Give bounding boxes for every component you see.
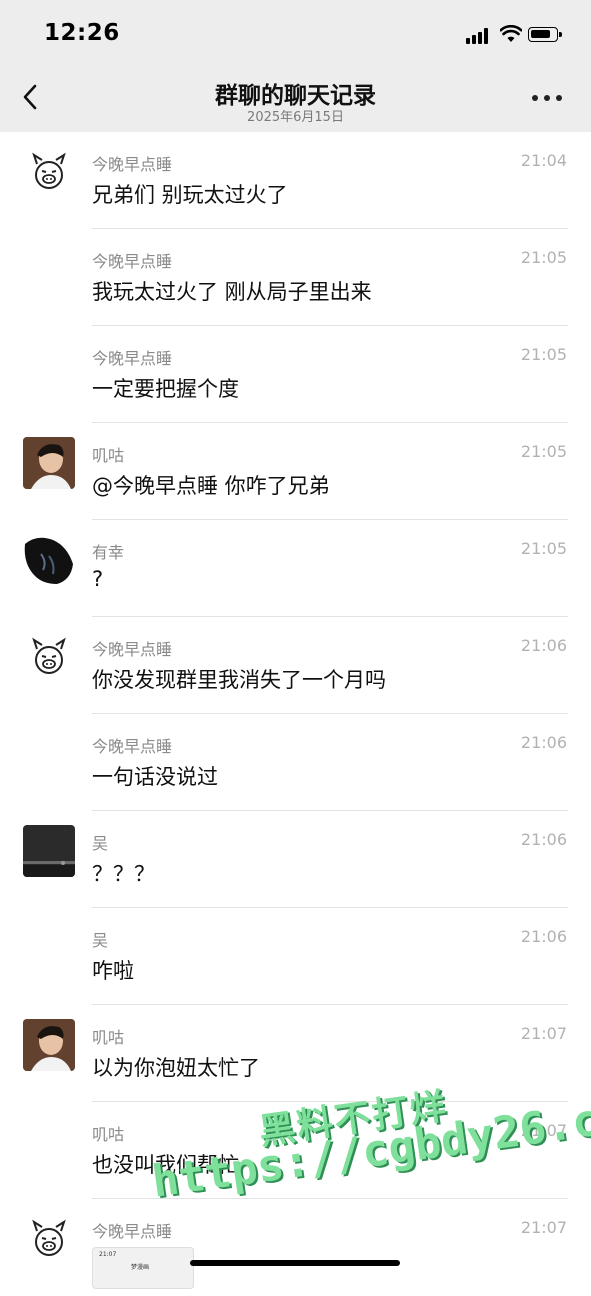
message-text[interactable]: @今晚早点睡 你咋了兄弟 bbox=[92, 470, 330, 500]
message-time: 21:04 bbox=[520, 151, 567, 170]
image-message-thumbnail[interactable]: 21:07 梦漫画 bbox=[92, 1247, 194, 1289]
message-text[interactable]: 也没叫我们帮忙 bbox=[92, 1149, 239, 1179]
message-item[interactable]: 今晚早点睡 21:04 兄弟们 别玩太过火了 bbox=[0, 132, 591, 229]
chat-history-list[interactable]: 今晚早点睡 21:04 兄弟们 别玩太过火了 今晚早点睡 21:05 我玩太过火… bbox=[0, 132, 591, 1296]
navigation-bar: 群聊的聊天记录 2025年6月15日 bbox=[0, 64, 591, 132]
message-time: 21:07 bbox=[520, 1024, 567, 1043]
message-item[interactable]: 有幸 21:05 ? bbox=[0, 520, 591, 617]
battery-icon bbox=[528, 27, 562, 42]
message-text[interactable]: 一句话没说过 bbox=[92, 761, 218, 791]
sender-name: 今晚早点睡 bbox=[92, 155, 173, 174]
pig-emoji-avatar-icon[interactable] bbox=[23, 631, 75, 683]
cellular-signal-icon bbox=[466, 28, 494, 44]
message-item[interactable]: 今晚早点睡 21:06 一句话没说过 bbox=[0, 714, 591, 811]
dark-device-photo-avatar[interactable] bbox=[23, 825, 75, 877]
portrait-photo-avatar[interactable] bbox=[23, 1019, 75, 1071]
message-time: 21:06 bbox=[520, 733, 567, 752]
message-time: 21:05 bbox=[520, 345, 567, 364]
pig-emoji-avatar-icon[interactable] bbox=[23, 1213, 75, 1265]
message-text[interactable]: 我玩太过火了 刚从局子里出来 bbox=[92, 276, 372, 306]
portrait-photo-avatar[interactable] bbox=[23, 437, 75, 489]
dark-figure-photo-avatar[interactable] bbox=[23, 534, 75, 586]
sender-name: 有幸 bbox=[92, 543, 125, 562]
status-time: 12:26 bbox=[44, 20, 120, 46]
message-time: 21:06 bbox=[520, 830, 567, 849]
message-time: 21:06 bbox=[520, 927, 567, 946]
status-bar: 12:26 bbox=[0, 0, 591, 64]
page-subtitle-date: 2025年6月15日 bbox=[247, 110, 344, 125]
sender-name: 叽咕 bbox=[92, 1028, 125, 1047]
sender-name: 叽咕 bbox=[92, 1125, 125, 1144]
sender-name: 叽咕 bbox=[92, 446, 125, 465]
message-time: 21:05 bbox=[520, 539, 567, 558]
sender-name: 今晚早点睡 bbox=[92, 640, 173, 659]
message-item[interactable]: 叽咕 21:07 以为你泡妞太忙了 bbox=[0, 1005, 591, 1102]
message-text[interactable]: 兄弟们 别玩太过火了 bbox=[92, 179, 288, 209]
home-indicator[interactable] bbox=[190, 1260, 400, 1266]
message-text[interactable]: 咋啦 bbox=[92, 955, 134, 985]
message-time: 21:07 bbox=[520, 1218, 567, 1237]
message-item[interactable]: 今晚早点睡 21:06 你没发现群里我消失了一个月吗 bbox=[0, 617, 591, 714]
message-text[interactable]: ？？？ bbox=[92, 858, 155, 888]
page-title: 群聊的聊天记录 bbox=[215, 83, 376, 109]
wifi-icon bbox=[500, 25, 522, 42]
pig-emoji-avatar-icon[interactable] bbox=[23, 146, 75, 198]
thumbnail-time: 21:07 bbox=[99, 1251, 117, 1258]
message-item[interactable]: 今晚早点睡 21:05 一定要把握个度 bbox=[0, 326, 591, 423]
more-options-icon[interactable] bbox=[530, 92, 566, 104]
message-item[interactable]: 吴 21:06 咋啦 bbox=[0, 908, 591, 1005]
message-time: 21:05 bbox=[520, 248, 567, 267]
message-time: 21:06 bbox=[520, 636, 567, 655]
message-text[interactable]: 以为你泡妞太忙了 bbox=[92, 1052, 260, 1082]
message-text[interactable]: 一定要把握个度 bbox=[92, 373, 239, 403]
message-text[interactable]: ? bbox=[92, 567, 103, 591]
sender-name: 吴 bbox=[92, 834, 109, 853]
message-item[interactable]: 叽咕 21:07 也没叫我们帮忙 bbox=[0, 1102, 591, 1199]
sender-name: 吴 bbox=[92, 931, 109, 950]
sender-name: 今晚早点睡 bbox=[92, 1222, 173, 1241]
sender-name: 今晚早点睡 bbox=[92, 349, 173, 368]
message-time: 21:07 bbox=[520, 1121, 567, 1140]
message-item[interactable]: 今晚早点睡 21:05 我玩太过火了 刚从局子里出来 bbox=[0, 229, 591, 326]
message-item[interactable]: 今晚早点睡 21:07 bbox=[0, 1199, 591, 1296]
message-item[interactable]: 叽咕 21:05 @今晚早点睡 你咋了兄弟 bbox=[0, 423, 591, 520]
sender-name: 今晚早点睡 bbox=[92, 252, 173, 271]
sender-name: 今晚早点睡 bbox=[92, 737, 173, 756]
thumbnail-title: 梦漫画 bbox=[131, 1264, 150, 1271]
message-item[interactable]: 吴 21:06 ？？？ bbox=[0, 811, 591, 908]
message-time: 21:05 bbox=[520, 442, 567, 461]
message-text[interactable]: 你没发现群里我消失了一个月吗 bbox=[92, 664, 386, 694]
